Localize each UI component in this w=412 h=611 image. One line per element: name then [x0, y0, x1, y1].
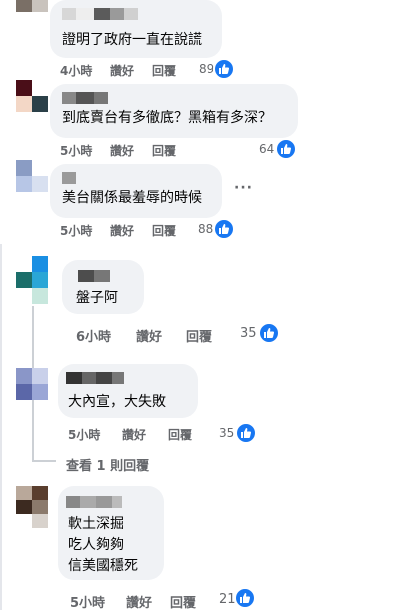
author-name-blurred[interactable] [62, 172, 76, 184]
comment-text: 大內宣，大失敗 [68, 394, 166, 410]
comment-text: 盤子阿 [76, 290, 118, 306]
comment-text: 美台關係最羞辱的時候 [62, 190, 202, 206]
avatar[interactable] [16, 256, 48, 304]
reply-button[interactable]: 回覆 [152, 142, 176, 159]
like-button[interactable]: 讚好 [122, 426, 146, 443]
avatar[interactable] [16, 486, 48, 528]
author-name-blurred[interactable] [66, 496, 122, 508]
comment-bubble: 軟土深掘 吃人夠夠 信美國穩死 [58, 486, 164, 580]
comment-bubble: 大內宣，大失敗 [58, 364, 198, 418]
comment-time[interactable]: 5小時 [60, 222, 92, 239]
like-button[interactable]: 讚好 [110, 62, 134, 79]
thumbs-up-icon [213, 218, 235, 240]
avatar[interactable] [16, 368, 48, 400]
thumbs-up-icon [234, 587, 256, 609]
reply-button[interactable]: 回覆 [152, 222, 176, 239]
like-count[interactable]: 88 [198, 222, 213, 236]
thread-connector [32, 460, 56, 462]
comment-time[interactable]: 4小時 [60, 62, 92, 79]
comment-text: 軟土深掘 吃人夠夠 信美國穩死 [68, 516, 138, 574]
thumbs-up-icon [213, 58, 235, 80]
comment-bubble: 盤子阿 [62, 260, 144, 314]
comment-bubble: 證明了政府一直在說謊 [50, 0, 222, 58]
comment-bubble: 美台關係最羞辱的時候 [50, 164, 222, 218]
avatar[interactable] [16, 80, 48, 112]
comment-time[interactable]: 5小時 [68, 426, 100, 443]
comment-bubble: 到底賣台有多徹底？黑箱有多深？ [50, 84, 298, 138]
author-name-blurred[interactable] [66, 372, 124, 384]
like-count[interactable]: 21 [219, 592, 236, 607]
view-replies-link[interactable]: 查看 1 則回覆 [66, 455, 149, 474]
thumbs-up-icon [235, 422, 257, 444]
author-name-blurred[interactable] [78, 270, 110, 282]
like-count[interactable]: 64 [259, 142, 274, 156]
comment-time[interactable]: 6小時 [76, 326, 111, 345]
like-button[interactable]: 讚好 [110, 222, 134, 239]
avatar[interactable] [16, 160, 48, 192]
reply-button[interactable]: 回覆 [186, 326, 212, 345]
comment-text: 證明了政府一直在說謊 [62, 32, 202, 48]
avatar[interactable] [16, 0, 48, 24]
like-button[interactable]: 讚好 [110, 142, 134, 159]
like-count[interactable]: 35 [240, 326, 257, 341]
comment-time[interactable]: 5小時 [70, 592, 105, 611]
reply-button[interactable]: 回覆 [168, 426, 192, 443]
author-name-blurred[interactable] [62, 92, 108, 104]
more-options-button[interactable]: ··· [234, 180, 253, 196]
comment-text: 到底賣台有多徹底？黑箱有多深？ [62, 110, 272, 126]
like-count[interactable]: 35 [219, 426, 234, 440]
comment-time[interactable]: 5小時 [60, 142, 92, 159]
thumbs-up-icon [275, 138, 297, 160]
like-button[interactable]: 讚好 [126, 592, 152, 611]
author-name-blurred[interactable] [62, 8, 138, 20]
reply-button[interactable]: 回覆 [152, 62, 176, 79]
like-count[interactable]: 89 [199, 62, 214, 76]
thumbs-up-icon [258, 322, 280, 344]
like-button[interactable]: 讚好 [136, 326, 162, 345]
reply-button[interactable]: 回覆 [170, 592, 196, 611]
thread-border [0, 244, 2, 610]
